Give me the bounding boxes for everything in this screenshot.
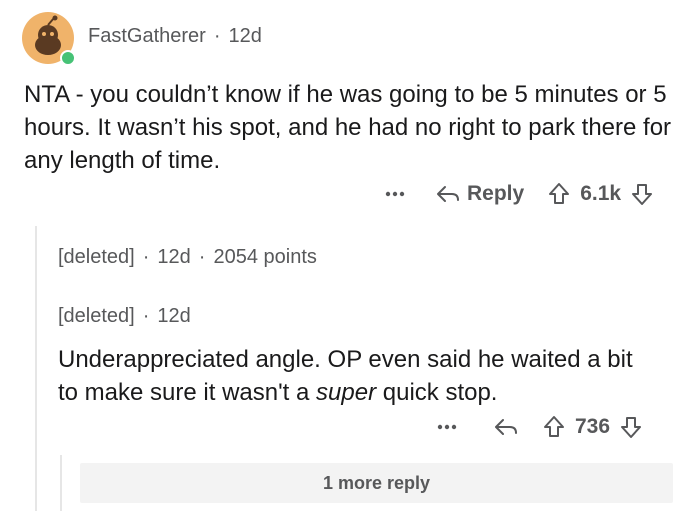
- reply-author: [deleted]: [58, 305, 135, 327]
- comment-body: NTA - you couldn’t know if he was going …: [24, 81, 672, 174]
- comment-actions: Reply 6.1k: [385, 179, 653, 209]
- ellipsis-icon: [385, 191, 405, 197]
- reply-age: 12d: [157, 305, 191, 327]
- deleted-comment-age: 12d: [157, 246, 191, 268]
- meta-separator: ·: [142, 246, 150, 268]
- reply-label: Reply: [467, 182, 525, 205]
- reply-downvote-button[interactable]: [620, 415, 642, 439]
- reply-body-emphasis: super: [316, 379, 377, 406]
- reply-header: [deleted] · 12d: [58, 305, 191, 328]
- meta-separator: ·: [213, 25, 221, 47]
- reply-more-options-button[interactable]: [437, 424, 477, 430]
- comment-age: 12d: [228, 25, 262, 47]
- meta-separator: ·: [142, 305, 150, 327]
- reply-button[interactable]: Reply: [435, 182, 524, 206]
- thread-line[interactable]: [35, 226, 37, 511]
- meta-separator: ·: [198, 246, 206, 268]
- downvote-button[interactable]: [631, 182, 653, 206]
- comment-author[interactable]: FastGatherer: [88, 25, 206, 47]
- reply-reply-button[interactable]: [493, 416, 519, 438]
- comment-header: FastGatherer · 12d: [88, 25, 262, 48]
- upvote-arrow-icon: [544, 416, 564, 437]
- upvote-button[interactable]: [548, 182, 570, 206]
- reply-body-text-end: quick stop.: [376, 379, 498, 406]
- upvote-arrow-icon: [549, 183, 570, 204]
- reply-body: Underappreciated angle. OP even said he …: [58, 343, 658, 409]
- downvote-arrow-icon: [621, 417, 642, 438]
- downvote-arrow-icon: [632, 184, 653, 205]
- reply-arrow-icon: [437, 186, 459, 202]
- deleted-comment-points: 2054 points: [213, 246, 317, 268]
- reply-actions: 736: [437, 412, 642, 442]
- deleted-comment-header[interactable]: [deleted] · 12d · 2054 points: [58, 246, 317, 269]
- ellipsis-icon: [437, 424, 457, 430]
- comment-score: 6.1k: [580, 182, 622, 205]
- reply-score: 736: [575, 415, 611, 438]
- more-replies-button[interactable]: 1 more reply: [80, 463, 673, 503]
- deleted-comment-author: [deleted]: [58, 246, 135, 268]
- reply-arrow-icon: [495, 419, 517, 435]
- more-options-button[interactable]: [385, 191, 425, 197]
- thread-line-nested[interactable]: [60, 455, 62, 511]
- reply-upvote-button[interactable]: [543, 415, 565, 439]
- online-status-dot: [60, 50, 76, 66]
